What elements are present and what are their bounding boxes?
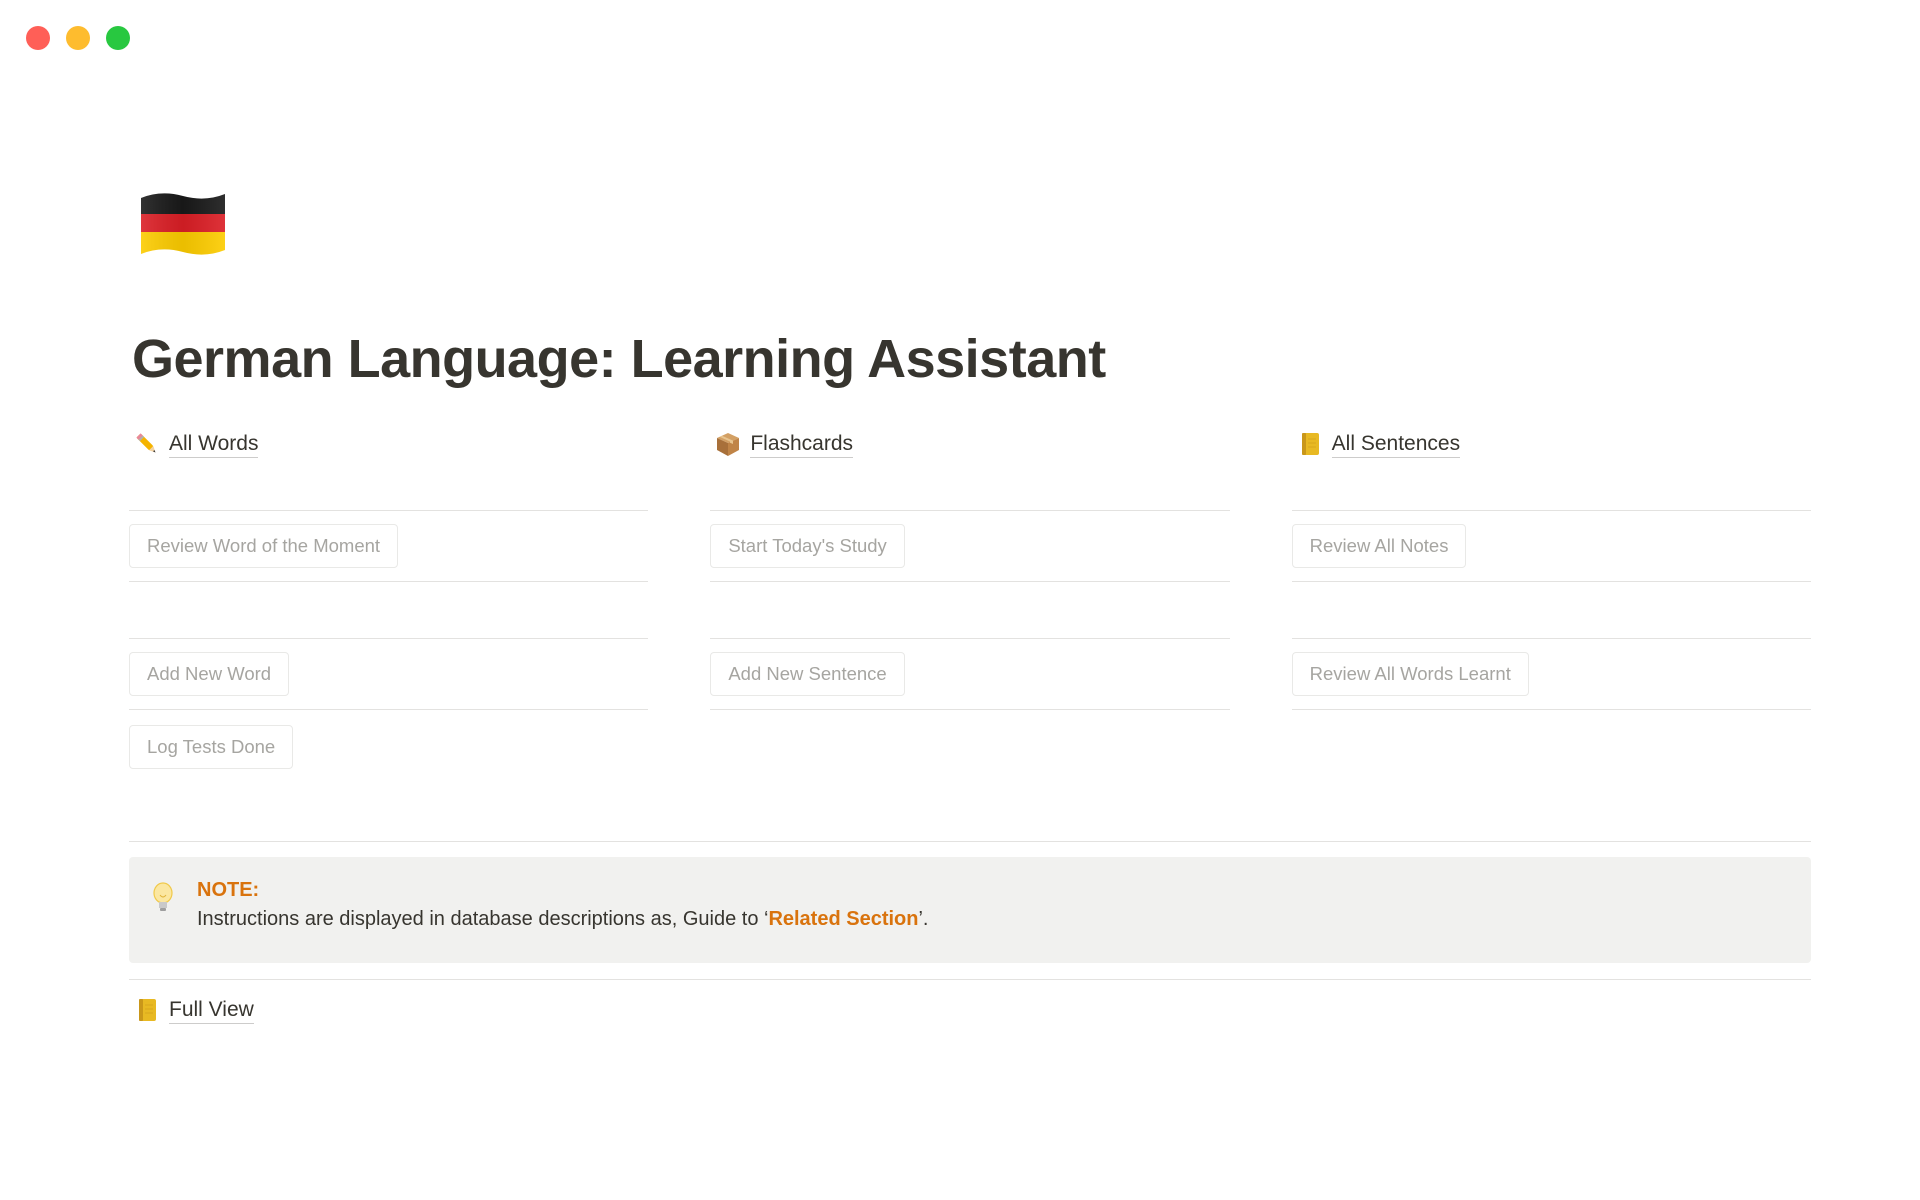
button-block: Add New Sentence <box>710 638 1230 710</box>
maximize-window-icon[interactable] <box>106 26 130 50</box>
callout-text-after: ’. <box>918 908 929 930</box>
callout-title: NOTE: <box>197 879 260 901</box>
divider <box>129 979 1811 980</box>
review-word-of-the-moment-button[interactable]: Review Word of the Moment <box>129 524 399 568</box>
flashcards-link[interactable]: Flashcards <box>710 426 1229 462</box>
start-todays-study-button[interactable]: Start Today's Study <box>710 524 905 568</box>
divider <box>129 841 1811 842</box>
button-block: Log Tests Done <box>129 710 648 784</box>
all-sentences-link[interactable]: All Sentences <box>1292 426 1811 462</box>
all-words-link[interactable]: All Words <box>129 426 648 462</box>
button-block: Review All Words Learnt <box>1291 638 1811 710</box>
all-words-label: All Words <box>169 431 259 458</box>
minimize-window-icon[interactable] <box>66 26 90 50</box>
full-view-label: Full View <box>169 997 254 1024</box>
lightbulb-icon <box>153 882 173 911</box>
log-tests-done-button[interactable]: Log Tests Done <box>129 725 294 769</box>
column-all-words: All Words Review Word of the Moment Add … <box>129 426 649 784</box>
button-block: Add New Word <box>129 638 649 710</box>
review-all-notes-button[interactable]: Review All Notes <box>1291 524 1467 568</box>
german-flag-icon[interactable] <box>137 188 229 260</box>
page-title: German Language: Learning Assistant <box>132 329 1106 389</box>
related-section-text: Related Section <box>768 908 919 930</box>
note-callout: NOTE: Instructions are displayed in data… <box>129 857 1811 963</box>
flashcards-label: Flashcards <box>750 431 854 458</box>
button-block: Review All Notes <box>1291 510 1811 582</box>
button-block: Review Word of the Moment <box>129 510 649 582</box>
all-sentences-label: All Sentences <box>1331 431 1461 458</box>
button-block: Start Today's Study <box>710 510 1230 582</box>
columns: All Words Review Word of the Moment Add … <box>129 426 1811 784</box>
app-window: German Language: Learning Assistant All … <box>0 0 1920 1200</box>
callout-text: Instructions are displayed in database d… <box>197 908 928 931</box>
column-all-sentences: All Sentences Review All Notes Review Al… <box>1291 426 1811 784</box>
add-new-sentence-button[interactable]: Add New Sentence <box>710 652 905 696</box>
notebook-icon <box>1296 430 1324 458</box>
notebook-icon <box>133 996 161 1024</box>
full-view-link[interactable]: Full View <box>129 992 254 1028</box>
callout-text-before: Instructions are displayed in database d… <box>197 908 769 930</box>
pencil-icon <box>133 430 161 458</box>
add-new-word-button[interactable]: Add New Word <box>129 652 290 696</box>
close-window-icon[interactable] <box>26 26 50 50</box>
window-controls <box>26 26 130 50</box>
package-icon <box>714 430 742 458</box>
review-all-words-learnt-button[interactable]: Review All Words Learnt <box>1291 652 1529 696</box>
column-flashcards: Flashcards Start Today's Study Add New S… <box>710 426 1230 784</box>
callout-body: NOTE: Instructions are displayed in data… <box>197 879 928 963</box>
